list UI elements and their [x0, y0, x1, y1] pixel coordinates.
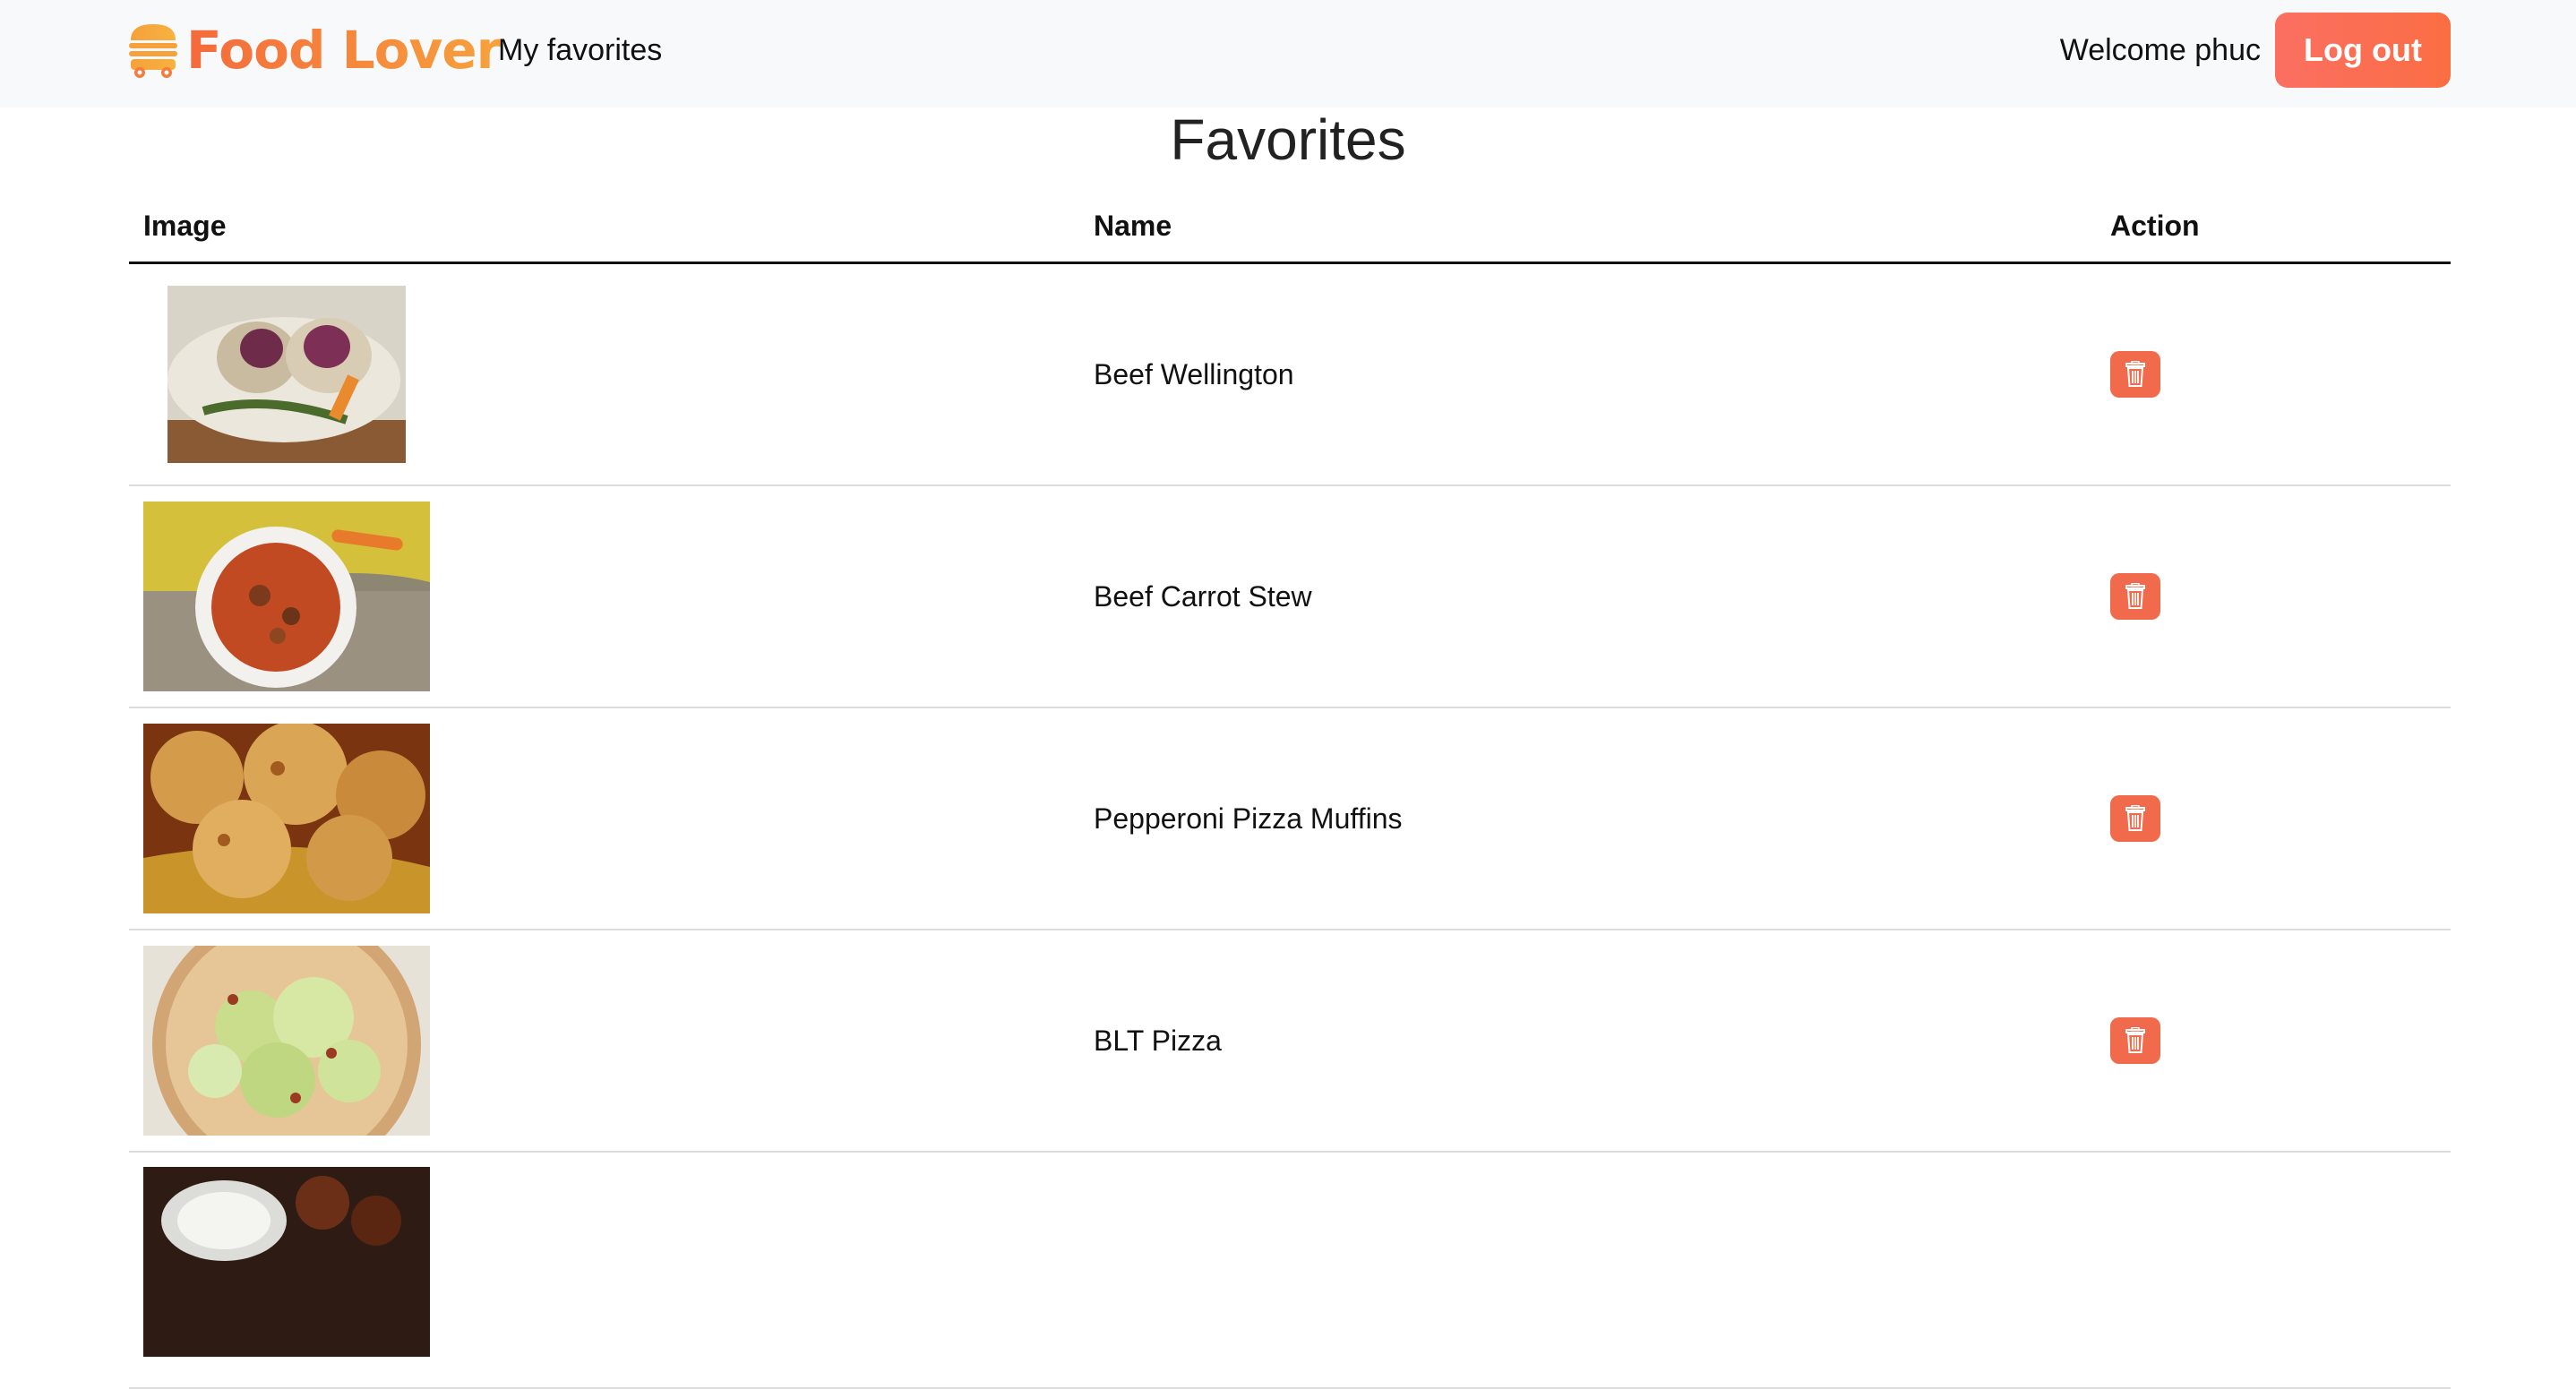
image-cell — [129, 707, 1079, 930]
name-cell — [1079, 1152, 2096, 1389]
favorites-table-container: Image Name Action Beef Wellington Beef C… — [129, 190, 2451, 1389]
delete-button[interactable] — [2110, 573, 2160, 620]
favorites-table: Image Name Action Beef Wellington Beef C… — [129, 190, 2451, 1389]
navbar: Food Lover My favorites Welcome phuc Log… — [0, 0, 2576, 107]
recipe-name: Beef Wellington — [1094, 357, 1294, 390]
recipe-name: BLT Pizza — [1094, 1024, 1222, 1057]
image-cell — [129, 262, 1079, 486]
table-row: Pepperoni Pizza Muffins — [129, 707, 2451, 930]
recipe-name: Pepperoni Pizza Muffins — [1094, 802, 1403, 835]
name-cell: Pepperoni Pizza Muffins — [1079, 707, 2096, 930]
name-cell: Beef Wellington — [1079, 262, 2096, 486]
delete-button[interactable] — [2110, 795, 2160, 842]
name-cell: Beef Carrot Stew — [1079, 485, 2096, 708]
brand-name: Food Lover — [186, 20, 502, 81]
table-row: BLT Pizza — [129, 930, 2451, 1153]
table-row — [129, 1152, 2451, 1389]
beef-carrot-stew-photo — [143, 502, 430, 691]
trash-icon — [2125, 805, 2145, 831]
table-header-row: Image Name Action — [129, 190, 2451, 264]
page-title: Favorites — [1170, 107, 1406, 172]
beef-wellington-photo — [167, 286, 406, 463]
column-header-action: Action — [2096, 190, 2451, 264]
name-cell: BLT Pizza — [1079, 930, 2096, 1153]
action-cell — [2096, 485, 2451, 708]
trash-icon — [2125, 1027, 2145, 1053]
brand-logo[interactable]: Food Lover — [127, 20, 502, 81]
action-cell — [2096, 262, 2451, 486]
table-row: Beef Wellington — [129, 262, 2451, 486]
recipe-name: Beef Carrot Stew — [1094, 579, 1312, 613]
table-row: Beef Carrot Stew — [129, 485, 2451, 708]
pepperoni-pizza-muffins-photo — [143, 724, 430, 913]
column-header-name: Name — [1079, 190, 2096, 264]
logout-button[interactable]: Log out — [2275, 13, 2451, 88]
action-cell — [2096, 707, 2451, 930]
image-cell — [129, 1152, 1079, 1389]
trash-icon — [2125, 583, 2145, 609]
action-cell — [2096, 1152, 2451, 1389]
delete-button[interactable] — [2110, 351, 2160, 398]
column-header-image: Image — [129, 190, 1079, 264]
image-cell — [129, 930, 1079, 1153]
delete-button[interactable] — [2110, 1017, 2160, 1064]
action-cell — [2096, 930, 2451, 1153]
image-cell — [129, 485, 1079, 708]
blt-pizza-photo — [143, 946, 430, 1136]
nav-link-my-favorites[interactable]: My favorites — [498, 32, 662, 68]
partial-dish-photo — [143, 1167, 430, 1357]
welcome-text: Welcome phuc — [2059, 33, 2261, 67]
burger-icon — [129, 24, 177, 78]
trash-icon — [2125, 361, 2145, 387]
